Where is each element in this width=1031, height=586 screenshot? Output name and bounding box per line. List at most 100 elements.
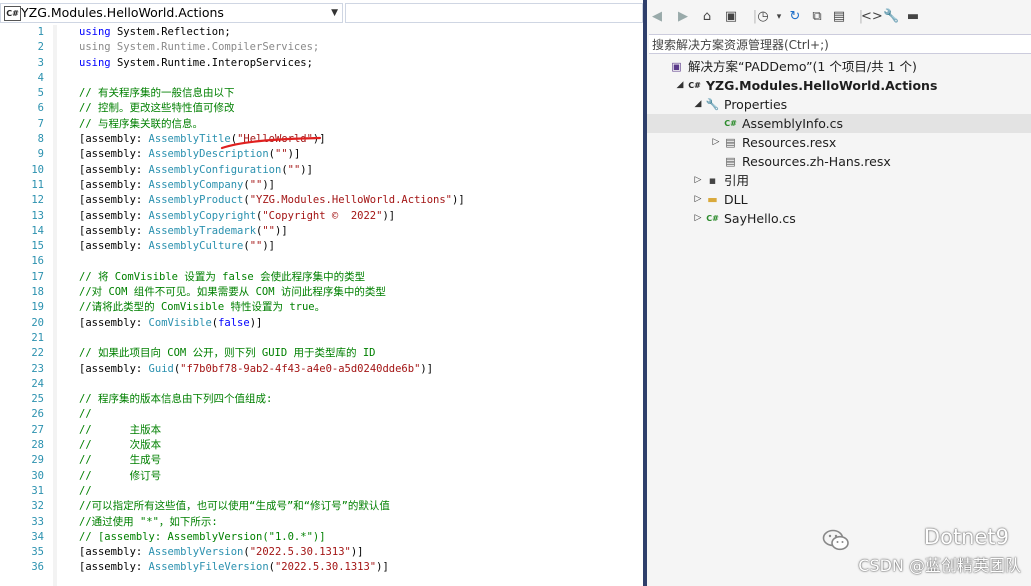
dll-folder-node[interactable]: ▷ ▬ DLL (647, 190, 1031, 209)
expanded-arrow-icon[interactable]: ◢ (675, 76, 685, 95)
code-token: "YZG.Modules.HelloWorld.Actions" (249, 194, 452, 207)
code-token: using (79, 56, 117, 69)
code-token: [assembly: (79, 178, 149, 191)
line-number: 3 (37, 56, 44, 69)
line-number: 5 (37, 87, 44, 100)
code-line[interactable]: 36 [assembly: AssemblyFileVersion("2022.5… (0, 560, 643, 575)
code-token: // [assembly: AssemblyVersion("1.0.*")] (79, 530, 326, 543)
chevron-down-icon[interactable]: ▾ (771, 8, 787, 26)
code-line[interactable]: 28 // 次版本 (0, 438, 643, 453)
line-number: 33 (31, 515, 44, 528)
code-line[interactable]: 12 [assembly: AssemblyProduct("YZG.Module… (0, 193, 643, 208)
code-line[interactable]: 15 [assembly: AssemblyCulture("")] (0, 239, 643, 254)
code-line[interactable]: 27 // 主版本 (0, 423, 643, 438)
code-line[interactable]: 1 using System.Reflection; (0, 25, 643, 40)
code-line[interactable]: 21 (0, 331, 643, 346)
code-line[interactable]: 3 using System.Runtime.InteropServices; (0, 56, 643, 71)
type-selector-dropdown[interactable]: C# YZG.Modules.HelloWorld.Actions ▼ (0, 3, 343, 23)
code-line[interactable]: 6 // 控制。更改这些特性值可修改 (0, 101, 643, 116)
code-line[interactable]: 4 (0, 71, 643, 86)
code-line[interactable]: 29 // 生成号 (0, 453, 643, 468)
collapsed-arrow-icon[interactable]: ▷ (693, 190, 703, 209)
sayhello-node[interactable]: ▷ C# SayHello.cs (647, 209, 1031, 228)
line-number: 24 (31, 377, 44, 390)
home-icon[interactable]: ⌂ (699, 8, 715, 26)
pending-changes-filter-icon[interactable]: ◷ (755, 8, 771, 26)
code-token: [assembly: (79, 362, 149, 375)
line-number: 6 (37, 102, 44, 115)
collapsed-arrow-icon[interactable]: ▷ (711, 133, 721, 152)
code-text: [assembly: AssemblyCopyright("Copyright … (79, 209, 395, 224)
code-token: )] (376, 561, 389, 574)
code-token: // 如果此项目向 COM 公开，则下列 GUID 用于类型库的 ID (79, 347, 376, 360)
chevron-down-icon[interactable]: ▼ (331, 4, 338, 22)
code-text: // [assembly: AssemblyVersion("1.0.*")] (79, 530, 326, 545)
code-token: [assembly: (79, 316, 149, 329)
code-line[interactable]: 18 //对 COM 组件不可见。如果需要从 COM 访问此程序集中的类型 (0, 285, 643, 300)
code-line[interactable]: 10 [assembly: AssemblyConfiguration("")] (0, 163, 643, 178)
code-text: // 与程序集关联的信息。 (79, 117, 203, 132)
code-line[interactable]: 8 [assembly: AssemblyTitle("HelloWorld")] (0, 132, 643, 147)
refresh-icon[interactable]: ↻ (787, 8, 803, 26)
code-line[interactable]: 30 // 修订号 (0, 469, 643, 484)
code-text: using System.Runtime.InteropServices; (79, 56, 313, 71)
code-view-icon[interactable]: <> (861, 8, 883, 26)
code-token: // 生成号 (79, 454, 162, 467)
code-token: using (79, 26, 117, 38)
code-text: [assembly: Guid("f7b0bf78-9ab2-4f43-a4e0… (79, 362, 433, 377)
code-line[interactable]: 14 [assembly: AssemblyTrademark("")] (0, 224, 643, 239)
code-line[interactable]: 34 // [assembly: AssemblyVersion("1.0.*")… (0, 530, 643, 545)
collapse-all-icon[interactable]: ⧉ (809, 8, 825, 26)
code-text: // 修订号 (79, 469, 161, 484)
line-number: 1 (37, 26, 44, 38)
code-line[interactable]: 11 [assembly: AssemblyCompany("")] (0, 178, 643, 193)
code-line[interactable]: 2 using System.Runtime.CompilerServices; (0, 40, 643, 55)
resources-zh-hans-node[interactable]: ▤ Resources.zh-Hans.resx (647, 152, 1031, 171)
preview-selected-icon[interactable]: ▬ (905, 8, 921, 26)
code-line[interactable]: 16 (0, 254, 643, 269)
code-line[interactable]: 31 // (0, 484, 643, 499)
code-token: )] (262, 240, 276, 253)
resources-resx-node[interactable]: ▷ ▤ Resources.resx (647, 133, 1031, 152)
code-line[interactable]: 7 // 与程序集关联的信息。 (0, 117, 643, 132)
expanded-arrow-icon[interactable]: ◢ (693, 95, 703, 114)
references-node[interactable]: ▷ ▪ 引用 (647, 171, 1031, 190)
solution-explorer-search-input[interactable]: 搜索解决方案资源管理器(Ctrl+;) (649, 34, 1031, 54)
forward-icon[interactable]: ▶ (675, 8, 691, 26)
code-line[interactable]: 35 [assembly: AssemblyVersion("2022.5.30.… (0, 545, 643, 560)
back-icon[interactable]: ◀ (649, 8, 665, 26)
show-all-files-icon[interactable]: ▤ (831, 8, 847, 26)
collapsed-arrow-icon[interactable]: ▷ (693, 171, 703, 190)
line-number: 22 (31, 347, 44, 360)
code-line[interactable]: 32 //可以指定所有这些值，也可以使用“生成号”和“修订号”的默认值 (0, 499, 643, 514)
code-token: )] (312, 133, 326, 146)
code-line[interactable]: 17 // 将 ComVisible 设置为 false 会使此程序集中的类型 (0, 270, 643, 285)
code-line[interactable]: 24 (0, 377, 643, 392)
project-node[interactable]: ◢ C# YZG.Modules.HelloWorld.Actions (647, 76, 1031, 95)
code-line[interactable]: 23 [assembly: Guid("f7b0bf78-9ab2-4f43-a4… (0, 362, 643, 377)
code-line[interactable]: 19 //请将此类型的 ComVisible 特性设置为 true。 (0, 300, 643, 315)
collapsed-arrow-icon[interactable]: ▷ (693, 209, 703, 228)
switch-views-icon[interactable]: ▣ (723, 8, 739, 26)
solution-node[interactable]: ▣ 解决方案“PADDemo”(1 个项目/共 1 个) (647, 57, 1031, 76)
code-editor[interactable]: C# YZG.Modules.HelloWorld.Actions ▼ 1 usi… (0, 0, 643, 586)
code-text: // 有关程序集的一般信息由以下 (79, 86, 234, 101)
code-line[interactable]: 33 //通过使用 "*"，如下所示: (0, 515, 643, 530)
code-line[interactable]: 5 // 有关程序集的一般信息由以下 (0, 86, 643, 101)
line-number: 4 (37, 71, 44, 84)
properties-wrench-icon[interactable]: 🔧 (883, 8, 899, 26)
code-text: using System.Runtime.CompilerServices; (79, 40, 319, 55)
assemblyinfo-node[interactable]: C# AssemblyInfo.cs (647, 114, 1031, 133)
code-line[interactable]: 26 // (0, 407, 643, 422)
member-selector-dropdown[interactable] (345, 3, 643, 23)
code-lines[interactable]: 1 using System.Reflection; 2 using System.R… (0, 25, 643, 576)
code-token: AssemblyVersion (148, 546, 244, 559)
code-token: AssemblyConfiguration (148, 163, 282, 176)
code-text: // (79, 484, 92, 499)
code-line[interactable]: 13 [assembly: AssemblyCopyright("Copyrigh… (0, 209, 643, 224)
code-line[interactable]: 9 [assembly: AssemblyDescription("")] (0, 147, 643, 162)
code-line[interactable]: 20 [assembly: ComVisible(false)] (0, 316, 643, 331)
code-line[interactable]: 22 // 如果此项目向 COM 公开，则下列 GUID 用于类型库的 ID (0, 346, 643, 361)
properties-node[interactable]: ◢ 🔧 Properties (647, 95, 1031, 114)
code-line[interactable]: 25 // 程序集的版本信息由下列四个值组成: (0, 392, 643, 407)
